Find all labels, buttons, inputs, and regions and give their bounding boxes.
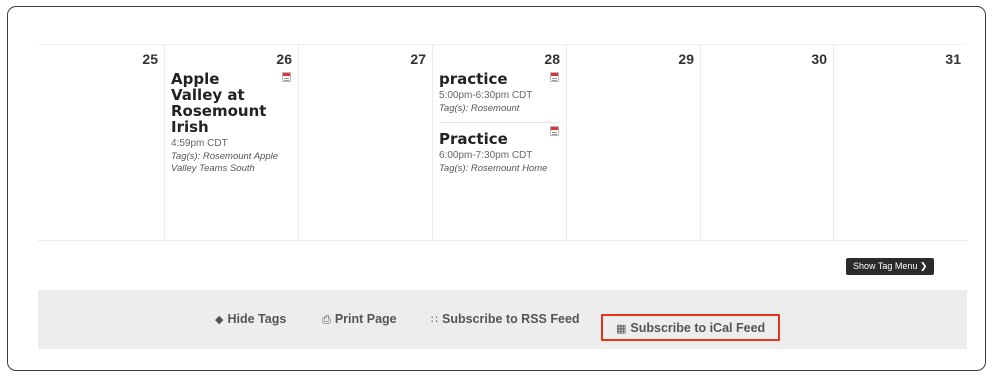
browser-window: 25 26 Apple Valley at Rosemount Irish 4:… <box>7 6 986 371</box>
subscribe-ical-link[interactable]: ▦ Subscribe to iCal Feed <box>601 314 781 341</box>
day-number: 27 <box>410 51 426 67</box>
rss-icon: ∷ <box>431 314 438 326</box>
day-cell[interactable]: 30 <box>700 44 833 241</box>
show-tag-menu-label: Show Tag Menu <box>853 261 918 271</box>
print-icon: ⎙ <box>322 314 331 326</box>
day-cell[interactable]: 26 Apple Valley at Rosemount Irish 4:59p… <box>164 44 298 241</box>
day-cell[interactable]: 27 <box>298 44 432 241</box>
calendar-icon: ▦ <box>616 323 627 335</box>
calendar-event[interactable]: Apple Valley at Rosemount Irish 4:59pm C… <box>171 69 293 175</box>
calendar-toolbar: ◆ Hide Tags ⎙ Print Page ∷ Subscribe to RSS… <box>38 290 967 349</box>
event-time: 4:59pm CDT <box>171 138 228 149</box>
show-tag-menu-button[interactable]: Show Tag Menu ❯ <box>846 258 935 275</box>
day-cell[interactable]: 29 <box>566 44 700 241</box>
day-cell[interactable]: 31 <box>833 44 967 241</box>
hide-tags-link[interactable]: ◆ Hide Tags <box>215 290 286 349</box>
event-title[interactable]: practice <box>439 71 535 87</box>
day-number: 29 <box>678 51 694 67</box>
hide-tags-label: Hide Tags <box>227 312 287 326</box>
calendar-event[interactable]: practice 5:00pm-6:30pm CDT Tag(s): Rosem… <box>439 69 561 115</box>
event-title[interactable]: Practice <box>439 131 535 147</box>
day-cell[interactable]: 28 practice 5:00pm-6:30pm CDT Tag(s): Ro… <box>432 44 566 241</box>
event-time: 5:00pm-6:30pm CDT <box>439 90 533 101</box>
event-tags: Tag(s): Rosemount Home <box>439 163 548 174</box>
chevron-down-icon: ❯ <box>919 261 928 271</box>
print-page-link[interactable]: ⎙ Print Page <box>322 290 397 349</box>
event-title[interactable]: Apple Valley at Rosemount Irish <box>171 71 267 135</box>
subscribe-rss-link[interactable]: ∷ Subscribe to RSS Feed <box>431 290 580 349</box>
tag-icon: ◆ <box>215 314 224 326</box>
subscribe-ical-label: Subscribe to iCal Feed <box>630 321 766 335</box>
day-number: 30 <box>811 51 827 67</box>
calendar-week-row: 25 26 Apple Valley at Rosemount Irish 4:… <box>38 44 967 241</box>
day-number: 31 <box>945 51 961 67</box>
day-number: 25 <box>142 51 158 67</box>
event-time: 6:00pm-7:30pm CDT <box>439 150 533 161</box>
event-tags: Tag(s): Rosemount <box>439 103 520 114</box>
add-to-calendar-icon[interactable] <box>550 72 559 82</box>
subscribe-rss-label: Subscribe to RSS Feed <box>442 312 580 326</box>
print-page-label: Print Page <box>334 312 397 326</box>
add-to-calendar-icon[interactable] <box>550 126 559 136</box>
day-number: 28 <box>544 51 560 67</box>
calendar-event[interactable]: Practice 6:00pm-7:30pm CDT Tag(s): Rosem… <box>439 122 561 175</box>
day-cell[interactable]: 25 <box>38 44 164 241</box>
add-to-calendar-icon[interactable] <box>282 72 291 82</box>
day-number: 26 <box>276 51 292 67</box>
event-tags: Tag(s): Rosemount Apple Valley Teams Sou… <box>171 151 279 174</box>
